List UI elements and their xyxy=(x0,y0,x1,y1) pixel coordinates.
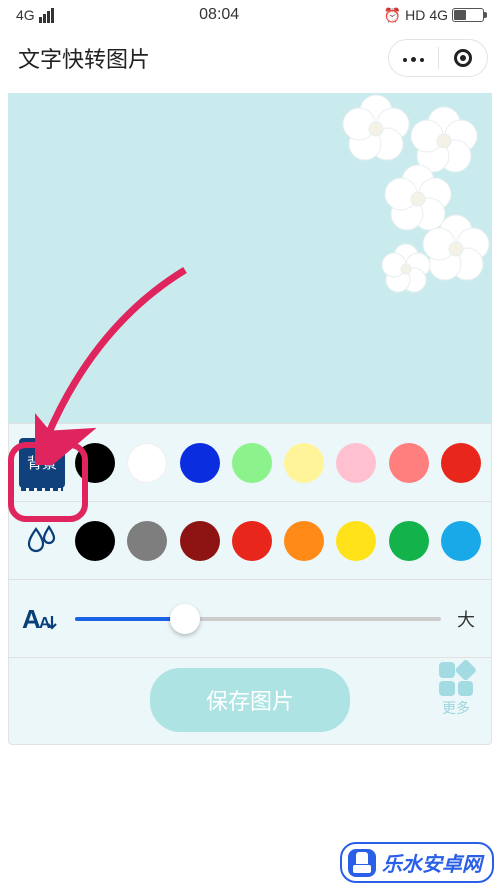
fontsize-max-label: 大 xyxy=(451,606,481,632)
fg-swatch[interactable] xyxy=(389,521,429,561)
svg-text:A: A xyxy=(39,615,51,632)
fg-swatch[interactable] xyxy=(441,521,481,561)
target-icon xyxy=(454,49,472,67)
canvas-preview[interactable] xyxy=(8,93,492,423)
more-label: 更多 xyxy=(439,698,473,718)
bg-swatch[interactable] xyxy=(180,443,220,483)
foreground-row xyxy=(9,502,491,580)
fontsize-icon: A A xyxy=(22,602,62,636)
bg-swatch[interactable] xyxy=(75,443,115,483)
watermark-text: 乐水安卓网 xyxy=(382,848,482,877)
grid-icon xyxy=(439,662,473,696)
close-button[interactable] xyxy=(439,40,488,76)
hd-label: HD xyxy=(405,7,425,23)
action-footer: 保存图片 更多 xyxy=(9,658,491,736)
tool-panel: 背景 A A 大 保存图片 xyxy=(8,423,492,745)
menu-button[interactable] xyxy=(389,40,438,76)
droplets-icon xyxy=(24,523,60,559)
bg-swatch[interactable] xyxy=(336,443,376,483)
clock: 08:04 xyxy=(199,6,239,24)
page-title: 文字快转图片 xyxy=(18,42,150,74)
bg-swatch[interactable] xyxy=(389,443,429,483)
save-button[interactable]: 保存图片 xyxy=(150,668,350,732)
fontsize-label: A A xyxy=(19,602,65,636)
foreground-label xyxy=(19,523,65,559)
status-right: ⏰ HD 4G xyxy=(384,7,484,24)
header: 文字快转图片 xyxy=(0,30,500,85)
fg-swatch[interactable] xyxy=(180,521,220,561)
bg-swatch[interactable] xyxy=(441,443,481,483)
background-chip-icon: 背景 xyxy=(19,438,65,488)
background-label[interactable]: 背景 xyxy=(19,438,65,488)
miniprogram-capsule xyxy=(388,39,488,77)
bg-swatch[interactable] xyxy=(127,443,167,483)
fg-swatch[interactable] xyxy=(232,521,272,561)
watermark: 乐水安卓网 xyxy=(340,842,494,883)
fg-swatch[interactable] xyxy=(75,521,115,561)
background-swatches xyxy=(75,443,481,483)
background-row: 背景 xyxy=(9,424,491,502)
bg-swatch[interactable] xyxy=(284,443,324,483)
signal-icon xyxy=(39,7,55,23)
flower-decoration xyxy=(296,93,492,319)
watermark-icon xyxy=(348,849,376,877)
network-label: 4G xyxy=(16,7,35,23)
ellipsis-icon xyxy=(401,49,426,67)
battery-icon xyxy=(452,8,484,22)
fg-swatch[interactable] xyxy=(336,521,376,561)
network2-label: 4G xyxy=(429,7,448,23)
status-left: 4G xyxy=(16,7,55,23)
bg-swatch[interactable] xyxy=(232,443,272,483)
fontsize-row: A A 大 xyxy=(9,580,491,658)
foreground-swatches xyxy=(75,521,481,561)
more-button[interactable]: 更多 xyxy=(439,662,473,718)
alarm-icon: ⏰ xyxy=(384,7,401,24)
fg-swatch[interactable] xyxy=(127,521,167,561)
fg-swatch[interactable] xyxy=(284,521,324,561)
status-bar: 4G 08:04 ⏰ HD 4G xyxy=(0,0,500,30)
fontsize-slider[interactable] xyxy=(75,604,441,634)
